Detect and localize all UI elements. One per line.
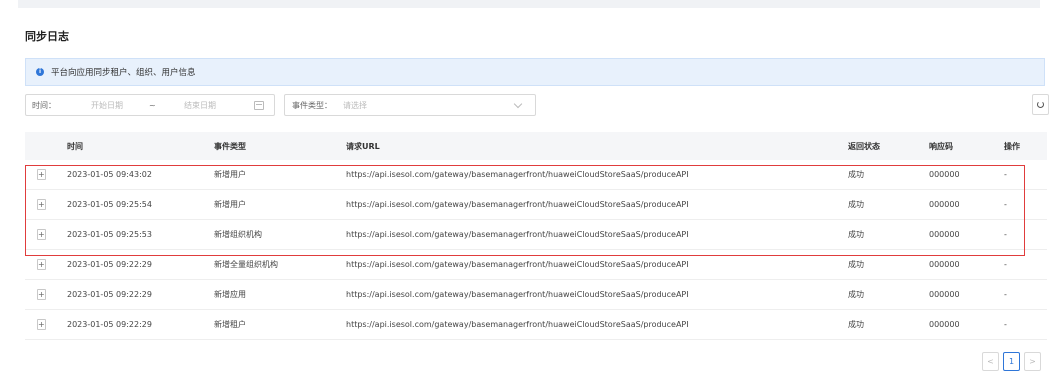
cell-status: 成功 — [848, 230, 864, 239]
cell-time: 2023-01-05 09:25:54 — [67, 200, 152, 209]
cell-code: 000000 — [929, 200, 960, 209]
page-title: 同步日志 — [25, 30, 69, 43]
table-row: + 2023-01-05 09:25:54 新增用户 https://api.i… — [25, 190, 1047, 220]
page-1-button[interactable]: 1 — [1003, 352, 1020, 371]
date-separator: ~ — [149, 100, 156, 110]
top-divider — [18, 0, 1040, 8]
expand-row-icon[interactable]: + — [37, 229, 46, 240]
cell-action: - — [1004, 200, 1007, 209]
event-type-placeholder: 请选择 — [343, 100, 367, 110]
cell-status: 成功 — [848, 320, 864, 329]
column-header-code: 响应码 — [929, 141, 953, 151]
cell-status: 成功 — [848, 290, 864, 299]
cell-event: 新增应用 — [214, 290, 246, 299]
cell-status: 成功 — [848, 260, 864, 269]
pagination: < 1 > — [982, 352, 1041, 372]
end-date-input[interactable]: 结束日期 — [184, 100, 254, 111]
event-type-label: 事件类型： — [292, 100, 332, 110]
refresh-button[interactable] — [1032, 94, 1049, 115]
cell-code: 000000 — [929, 290, 960, 299]
column-header-time: 时间 — [67, 141, 83, 151]
info-alert: i 平台向应用同步租户、组织、用户信息 — [25, 58, 1045, 86]
table-row: + 2023-01-05 09:22:29 新增全量组织机构 https://a… — [25, 250, 1047, 280]
chevron-down-icon — [513, 99, 523, 108]
cell-event: 新增租户 — [214, 320, 246, 329]
cell-action: - — [1004, 260, 1007, 269]
table-row: + 2023-01-05 09:22:29 新增租户 https://api.i… — [25, 310, 1047, 340]
sync-log-table: 时间 事件类型 请求URL 返回状态 响应码 操作 + 2023-01-05 0… — [25, 132, 1047, 340]
cell-url: https://api.isesol.com/gateway/basemanag… — [346, 200, 689, 209]
cell-url: https://api.isesol.com/gateway/basemanag… — [346, 320, 689, 329]
refresh-icon — [1037, 101, 1044, 108]
cell-url: https://api.isesol.com/gateway/basemanag… — [346, 170, 689, 179]
info-icon: i — [36, 68, 44, 76]
cell-time: 2023-01-05 09:43:02 — [67, 170, 152, 179]
cell-status: 成功 — [848, 170, 864, 179]
column-header-action: 操作 — [1004, 141, 1020, 151]
expand-row-icon[interactable]: + — [37, 199, 46, 210]
cell-action: - — [1004, 170, 1007, 179]
date-range-picker[interactable]: 时间： 开始日期 ~ 结束日期 — [25, 94, 275, 116]
cell-url: https://api.isesol.com/gateway/basemanag… — [346, 230, 689, 239]
table-row: + 2023-01-05 09:22:29 新增应用 https://api.i… — [25, 280, 1047, 310]
cell-event: 新增用户 — [214, 170, 246, 179]
cell-status: 成功 — [848, 200, 864, 209]
event-type-select[interactable]: 事件类型： 请选择 — [284, 94, 536, 116]
cell-url: https://api.isesol.com/gateway/basemanag… — [346, 260, 689, 269]
prev-page-button[interactable]: < — [982, 352, 999, 371]
cell-time: 2023-01-05 09:22:29 — [67, 260, 152, 269]
cell-action: - — [1004, 320, 1007, 329]
cell-code: 000000 — [929, 170, 960, 179]
cell-code: 000000 — [929, 320, 960, 329]
cell-code: 000000 — [929, 260, 960, 269]
column-header-status: 返回状态 — [848, 141, 880, 151]
time-label: 时间： — [32, 100, 56, 110]
cell-action: - — [1004, 230, 1007, 239]
cell-event: 新增组织机构 — [214, 230, 262, 239]
cell-event: 新增全量组织机构 — [214, 260, 278, 269]
expand-row-icon[interactable]: + — [37, 289, 46, 300]
cell-time: 2023-01-05 09:22:29 — [67, 320, 152, 329]
start-date-input[interactable]: 开始日期 — [91, 100, 149, 111]
cell-event: 新增用户 — [214, 200, 246, 209]
next-page-button[interactable]: > — [1024, 352, 1041, 371]
cell-action: - — [1004, 290, 1007, 299]
table-row: + 2023-01-05 09:43:02 新增用户 https://api.i… — [25, 160, 1047, 190]
expand-row-icon[interactable]: + — [37, 319, 46, 330]
expand-row-icon[interactable]: + — [37, 259, 46, 270]
expand-row-icon[interactable]: + — [37, 169, 46, 180]
alert-text: 平台向应用同步租户、组织、用户信息 — [51, 68, 196, 78]
table-header: 时间 事件类型 请求URL 返回状态 响应码 操作 — [25, 132, 1047, 160]
column-header-event-type: 事件类型 — [214, 141, 246, 151]
cell-time: 2023-01-05 09:25:53 — [67, 230, 152, 239]
cell-time: 2023-01-05 09:22:29 — [67, 290, 152, 299]
cell-url: https://api.isesol.com/gateway/basemanag… — [346, 290, 689, 299]
table-row: + 2023-01-05 09:25:53 新增组织机构 https://api… — [25, 220, 1047, 250]
calendar-icon[interactable] — [254, 100, 264, 110]
column-header-request-url: 请求URL — [346, 141, 380, 151]
cell-code: 000000 — [929, 230, 960, 239]
